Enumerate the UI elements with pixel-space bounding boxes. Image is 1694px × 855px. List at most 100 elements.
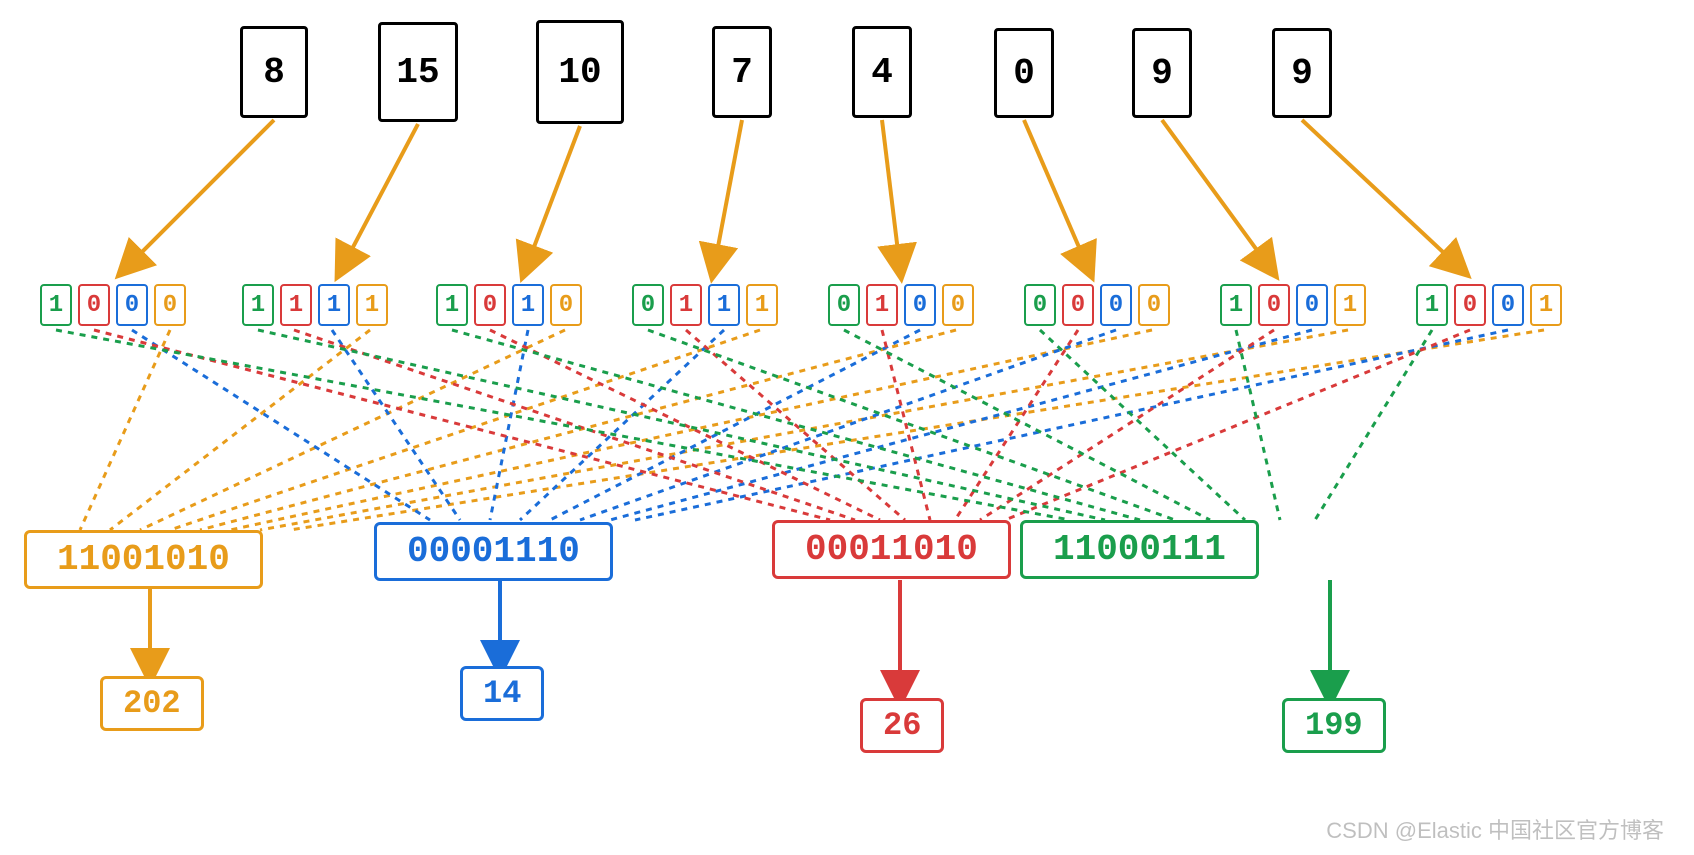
- bit: 0: [474, 284, 506, 326]
- arrow-dec-to-bits-0: [126, 120, 274, 268]
- bit: 1: [1220, 284, 1252, 326]
- dash-blue: [332, 330, 460, 520]
- bit: 1: [1530, 284, 1562, 326]
- final-decimal-red: 26: [860, 698, 944, 753]
- dash-blue: [520, 330, 724, 520]
- bit: 0: [1062, 284, 1094, 326]
- dashed-lines-layer: [0, 0, 1694, 855]
- final-value: 26: [883, 707, 921, 744]
- final-value: 199: [1305, 707, 1363, 744]
- result-binary-green: 11000111: [1020, 520, 1259, 579]
- bit: 0: [632, 284, 664, 326]
- bit: 0: [1258, 284, 1290, 326]
- bit-row-5: 0000: [1024, 284, 1170, 326]
- arrow-dec-to-bits-3: [714, 120, 742, 268]
- decimal-box-1: 15: [378, 22, 458, 122]
- decimal-box-2: 10: [536, 20, 624, 124]
- dash-green: [648, 330, 1175, 520]
- bit: 0: [116, 284, 148, 326]
- dash-orange: [290, 330, 1544, 530]
- bit-row-7: 1001: [1416, 284, 1562, 326]
- bit: 1: [40, 284, 72, 326]
- bit: 0: [1138, 284, 1170, 326]
- result-binary-red: 00011010: [772, 520, 1011, 579]
- decimal-box-7: 9: [1272, 28, 1332, 118]
- decimal-value: 10: [558, 52, 601, 93]
- bit-row-1: 1111: [242, 284, 388, 326]
- arrow-dec-to-bits-2: [526, 126, 580, 268]
- bit: 0: [942, 284, 974, 326]
- decimal-box-4: 4: [852, 26, 912, 118]
- dash-green: [1315, 330, 1432, 520]
- bit-row-6: 1001: [1220, 284, 1366, 326]
- bit: 1: [356, 284, 388, 326]
- bit: 1: [242, 284, 274, 326]
- final-decimal-blue: 14: [460, 666, 544, 721]
- dash-orange: [110, 330, 370, 530]
- bit: 0: [1492, 284, 1524, 326]
- dash-red: [955, 330, 1078, 520]
- dash-orange: [260, 330, 1348, 530]
- bit: 1: [436, 284, 468, 326]
- bit-row-0: 1000: [40, 284, 186, 326]
- decimal-box-6: 9: [1132, 28, 1192, 118]
- dash-red: [1005, 330, 1470, 520]
- dash-blue: [132, 330, 430, 520]
- dash-red: [94, 330, 830, 520]
- bit: 0: [1454, 284, 1486, 326]
- dash-orange: [140, 330, 565, 530]
- dash-red: [980, 330, 1274, 520]
- arrow-dec-to-bits-1: [342, 124, 418, 268]
- binary-value: 00001110: [407, 531, 580, 572]
- dash-orange: [80, 330, 170, 530]
- bit: 1: [866, 284, 898, 326]
- bit: 1: [746, 284, 778, 326]
- decimal-value: 8: [263, 52, 285, 93]
- bit: 1: [708, 284, 740, 326]
- arrow-dec-to-bits-4: [882, 120, 900, 268]
- dash-blue: [635, 330, 1508, 520]
- watermark: CSDN @Elastic 中国社区官方博客: [1326, 813, 1664, 845]
- arrow-dec-to-bits-7: [1302, 120, 1460, 268]
- bit: 1: [1334, 284, 1366, 326]
- decimal-value: 4: [871, 52, 893, 93]
- dash-orange: [230, 330, 1152, 530]
- bit-row-3: 0111: [632, 284, 778, 326]
- bit: 1: [318, 284, 350, 326]
- dash-red: [882, 330, 930, 520]
- watermark-text: CSDN @Elastic 中国社区官方博客: [1326, 818, 1664, 843]
- binary-value: 00011010: [805, 529, 978, 570]
- final-decimal-green: 199: [1282, 698, 1386, 753]
- bit: 1: [280, 284, 312, 326]
- result-binary-orange: 11001010: [24, 530, 263, 589]
- decimal-value: 9: [1291, 53, 1313, 94]
- decimal-value: 9: [1151, 53, 1173, 94]
- bit: 0: [154, 284, 186, 326]
- dash-green: [452, 330, 1140, 520]
- orange-arrows-layer: [0, 0, 1694, 855]
- dash-red: [686, 330, 905, 520]
- dash-red: [294, 330, 855, 520]
- dash-green: [258, 330, 1105, 520]
- decimal-box-3: 7: [712, 26, 772, 118]
- arrow-dec-to-bits-6: [1162, 120, 1270, 268]
- final-value: 14: [483, 675, 521, 712]
- binary-value: 11001010: [57, 539, 230, 580]
- final-decimal-orange: 202: [100, 676, 204, 731]
- decimal-value: 0: [1013, 53, 1035, 94]
- dash-orange: [170, 330, 760, 530]
- bit: 0: [78, 284, 110, 326]
- binary-value: 11000111: [1053, 529, 1226, 570]
- dash-blue: [550, 330, 920, 520]
- bit: 0: [1100, 284, 1132, 326]
- bit: 1: [670, 284, 702, 326]
- dash-blue: [490, 330, 528, 520]
- dash-green: [56, 330, 1070, 520]
- result-arrows-layer: [0, 0, 1694, 855]
- dash-blue: [610, 330, 1312, 520]
- bit: 0: [1024, 284, 1056, 326]
- dash-red: [490, 330, 880, 520]
- dash-green: [1236, 330, 1280, 520]
- bit: 0: [828, 284, 860, 326]
- result-binary-blue: 00001110: [374, 522, 613, 581]
